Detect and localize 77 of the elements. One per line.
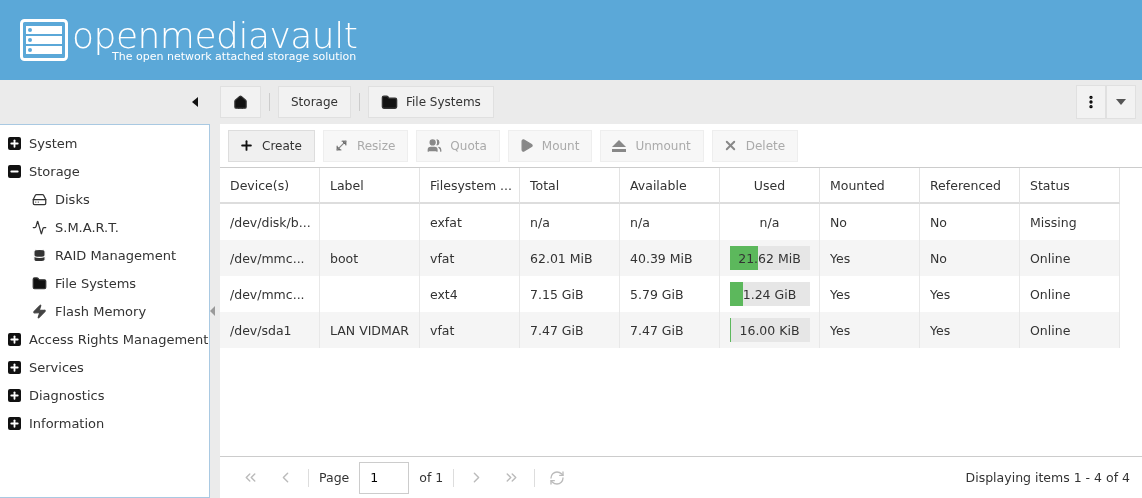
home-icon: [233, 94, 248, 110]
page-count: of 1: [419, 470, 444, 485]
table-cell: n/a: [630, 214, 650, 230]
brand-name: openmediavault: [72, 17, 358, 54]
table-cell: n/a: [759, 214, 780, 230]
nav-item[interactable]: Access Rights Management: [29, 331, 209, 347]
toolbar-button[interactable]: Create: [228, 129, 315, 162]
nav-item[interactable]: RAID Management: [55, 247, 176, 263]
expand-icon[interactable]: [8, 136, 21, 150]
table-cell: Yes: [830, 322, 851, 338]
logo-icon: [20, 19, 68, 61]
nav-item[interactable]: Disks: [55, 191, 90, 207]
hard-drive-icon: [32, 191, 47, 207]
table-cell: No: [930, 214, 947, 230]
expand-icon[interactable]: [8, 332, 21, 346]
table-cell: n/a: [530, 214, 550, 230]
play-icon: [518, 138, 534, 153]
table-cell: ext4: [430, 286, 458, 302]
breadcrumb-button[interactable]: File Systems: [367, 86, 494, 118]
table-cell: exfat: [430, 214, 462, 230]
expand-icon[interactable]: [8, 360, 21, 374]
collapse-icon[interactable]: [8, 164, 21, 178]
table-cell: Yes: [930, 322, 951, 338]
dropdown-button[interactable]: [1106, 85, 1136, 119]
table-cell: 40.39 MiB: [630, 250, 693, 266]
home-button[interactable]: [220, 86, 261, 118]
table-cell: No: [930, 250, 947, 266]
table-cell: /dev/disk/b...: [230, 214, 311, 230]
table-cell: 7.47 GiB: [630, 322, 684, 338]
nav-item[interactable]: Information: [29, 415, 105, 431]
expand-icon[interactable]: [8, 388, 21, 402]
page-label: Page: [319, 470, 350, 485]
collapse-arrow-icon[interactable]: [192, 97, 198, 107]
table-cell: Yes: [830, 250, 851, 266]
table-cell: 7.15 GiB: [530, 286, 584, 302]
users-icon: [427, 138, 443, 153]
folder-icon: [32, 275, 47, 291]
table-cell: Yes: [830, 286, 851, 302]
nav-item[interactable]: Services: [29, 359, 84, 375]
breadcrumb-button[interactable]: Storage: [278, 86, 351, 118]
page-field[interactable]: 1: [359, 461, 410, 494]
table-cell: Online: [1030, 286, 1071, 302]
table-cell: Missing: [1030, 214, 1077, 230]
table-cell: boot: [330, 250, 359, 266]
refresh-icon: [549, 469, 566, 486]
resize-icon: [333, 138, 349, 153]
folder-icon: [380, 93, 398, 111]
lightning-icon: [32, 303, 47, 319]
database-icon: [32, 247, 47, 263]
table-cell: No: [830, 214, 847, 230]
nav-item[interactable]: File Systems: [55, 275, 137, 291]
nav-item[interactable]: Diagnostics: [29, 387, 105, 403]
nav-item[interactable]: S.M.A.R.T.: [55, 219, 119, 235]
eject-icon: [611, 138, 628, 153]
table-cell: Online: [1030, 322, 1071, 338]
nav-item[interactable]: System: [29, 135, 78, 151]
nav-item[interactable]: Flash Memory: [55, 303, 147, 319]
table-cell: vfat: [430, 322, 455, 338]
table-cell: /dev/mmc...: [230, 286, 305, 302]
table-cell: /dev/sda1: [230, 322, 292, 338]
usage-text: 1.24 GiB: [742, 286, 797, 302]
paging-summary: Displaying items 1 - 4 of 4: [965, 470, 1130, 485]
table-cell: Online: [1030, 250, 1071, 266]
table-cell: Yes: [930, 286, 951, 302]
more-button[interactable]: [1076, 85, 1106, 119]
table-cell: vfat: [430, 250, 455, 266]
table-cell: LAN VIDMAR: [330, 322, 409, 338]
caret-icon: [1116, 99, 1126, 105]
table-cell: 62.01 MiB: [530, 250, 593, 266]
pulse-icon: [32, 219, 47, 235]
table-cell: /dev/mmc...: [230, 250, 305, 266]
plus-icon: [239, 138, 254, 153]
expand-icon[interactable]: [8, 416, 21, 430]
usage-text: 16.00 KiB: [739, 322, 800, 338]
table-cell: 7.47 GiB: [530, 322, 584, 338]
nav-item[interactable]: Storage: [29, 163, 80, 179]
table-cell: 5.79 GiB: [630, 286, 684, 302]
